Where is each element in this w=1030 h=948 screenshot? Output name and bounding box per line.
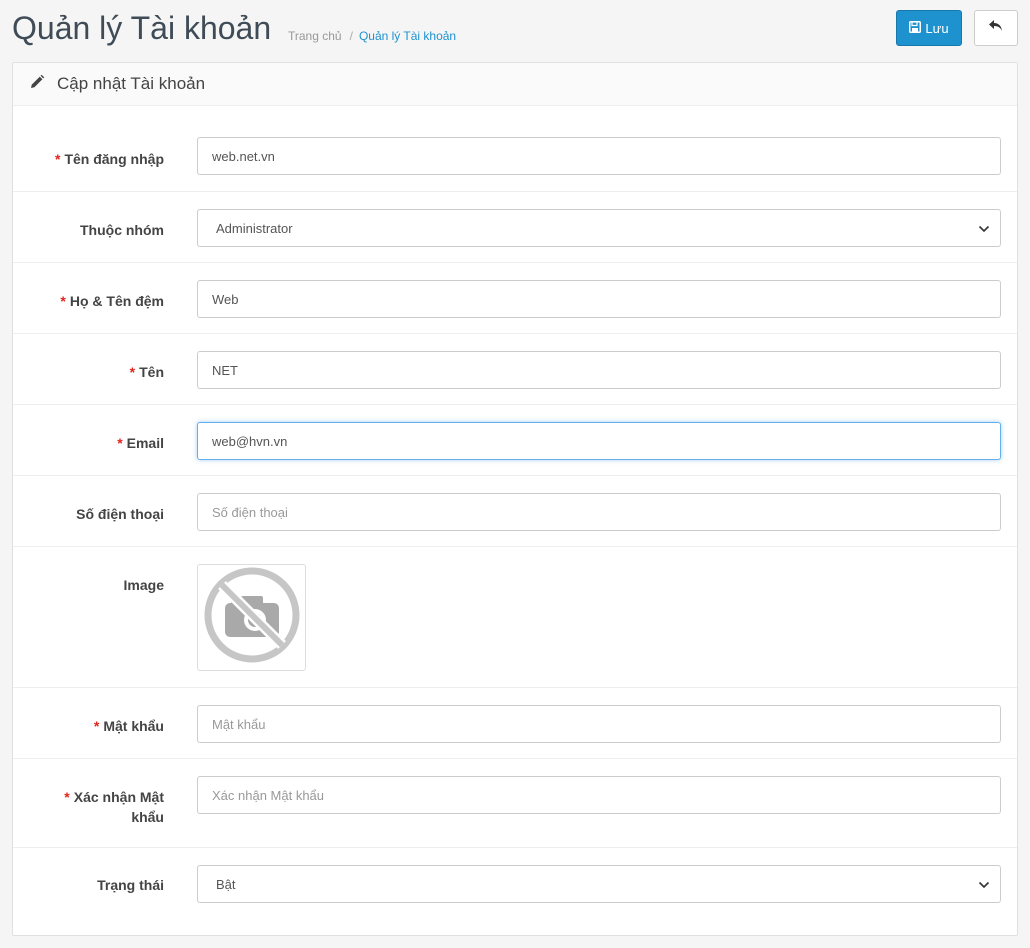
chevron-down-icon (978, 221, 990, 236)
image-thumbnail[interactable] (197, 564, 306, 671)
form-row-email: * Email web@hvn.vn (13, 405, 1017, 476)
email-input[interactable]: web@hvn.vn (197, 422, 1001, 460)
back-button[interactable] (974, 10, 1018, 46)
confirm-password-input[interactable]: Xác nhận Mật khẩu (197, 776, 1001, 814)
password-input[interactable]: Mật khẩu (197, 705, 1001, 743)
firstname-label: * Họ & Tên đệm (60, 293, 164, 309)
reply-arrow-icon (988, 19, 1004, 38)
account-form-panel: Cập nhật Tài khoản * Tên đăng nhập web.ne… (12, 62, 1018, 936)
status-select-value: Bật (216, 876, 236, 892)
breadcrumb-home[interactable]: Trang chủ (288, 29, 342, 43)
lastname-label: * Tên (129, 364, 164, 380)
required-marker: * (117, 435, 123, 451)
save-button[interactable]: Lưu (896, 10, 962, 46)
form-row-confirm-password: * Xác nhận Mật khẩu Xác nhận Mật khẩu (13, 759, 1017, 848)
password-label: * Mật khẩu (93, 718, 164, 734)
form-row-status: Trạng thái Bật (13, 848, 1017, 935)
phone-label: Số điện thoại (76, 506, 164, 522)
floppy-disk-icon (909, 20, 922, 36)
form-row-firstname: * Họ & Tên đệm Web (13, 263, 1017, 334)
no-camera-icon (203, 566, 301, 669)
phone-input[interactable]: Số điện thoại (197, 493, 1001, 531)
panel-heading: Cập nhật Tài khoản (13, 63, 1017, 106)
breadcrumb-separator: / (349, 29, 353, 43)
group-label: Thuộc nhóm (80, 222, 164, 238)
form-row-image: Image (13, 547, 1017, 688)
status-select[interactable]: Bật (197, 865, 1001, 903)
lastname-input[interactable]: NET (197, 351, 1001, 389)
save-button-label: Lưu (925, 20, 949, 36)
email-label: * Email (117, 435, 164, 451)
username-input[interactable]: web.net.vn (197, 137, 1001, 175)
group-select[interactable]: Administrator (197, 209, 1001, 247)
group-select-value: Administrator (216, 220, 293, 236)
confirm-password-label: * Xác nhận Mật khẩu (64, 789, 164, 825)
required-marker: * (60, 293, 66, 309)
form-row-lastname: * Tên NET (13, 334, 1017, 405)
page-title: Quản lý Tài khoản (12, 10, 272, 46)
firstname-input[interactable]: Web (197, 280, 1001, 318)
required-marker: * (129, 364, 136, 380)
username-label: * Tên đăng nhập (54, 151, 164, 167)
pencil-icon (29, 74, 45, 95)
form-row-username: * Tên đăng nhập web.net.vn (13, 106, 1017, 192)
chevron-down-icon (978, 877, 990, 892)
panel-heading-title: Cập nhật Tài khoản (57, 74, 206, 93)
form-row-group: Thuộc nhóm Administrator (13, 192, 1017, 263)
required-marker: * (54, 151, 61, 167)
form-row-password: * Mật khẩu Mật khẩu (13, 688, 1017, 759)
image-label: Image (123, 577, 164, 593)
breadcrumb-current[interactable]: Quản lý Tài khoản (359, 29, 456, 43)
required-marker: * (64, 789, 70, 805)
breadcrumb: Trang chủ / Quản lý Tài khoản (288, 29, 456, 43)
form-row-phone: Số điện thoại Số điện thoại (13, 476, 1017, 547)
required-marker: * (93, 718, 100, 734)
status-label: Trạng thái (97, 877, 164, 893)
